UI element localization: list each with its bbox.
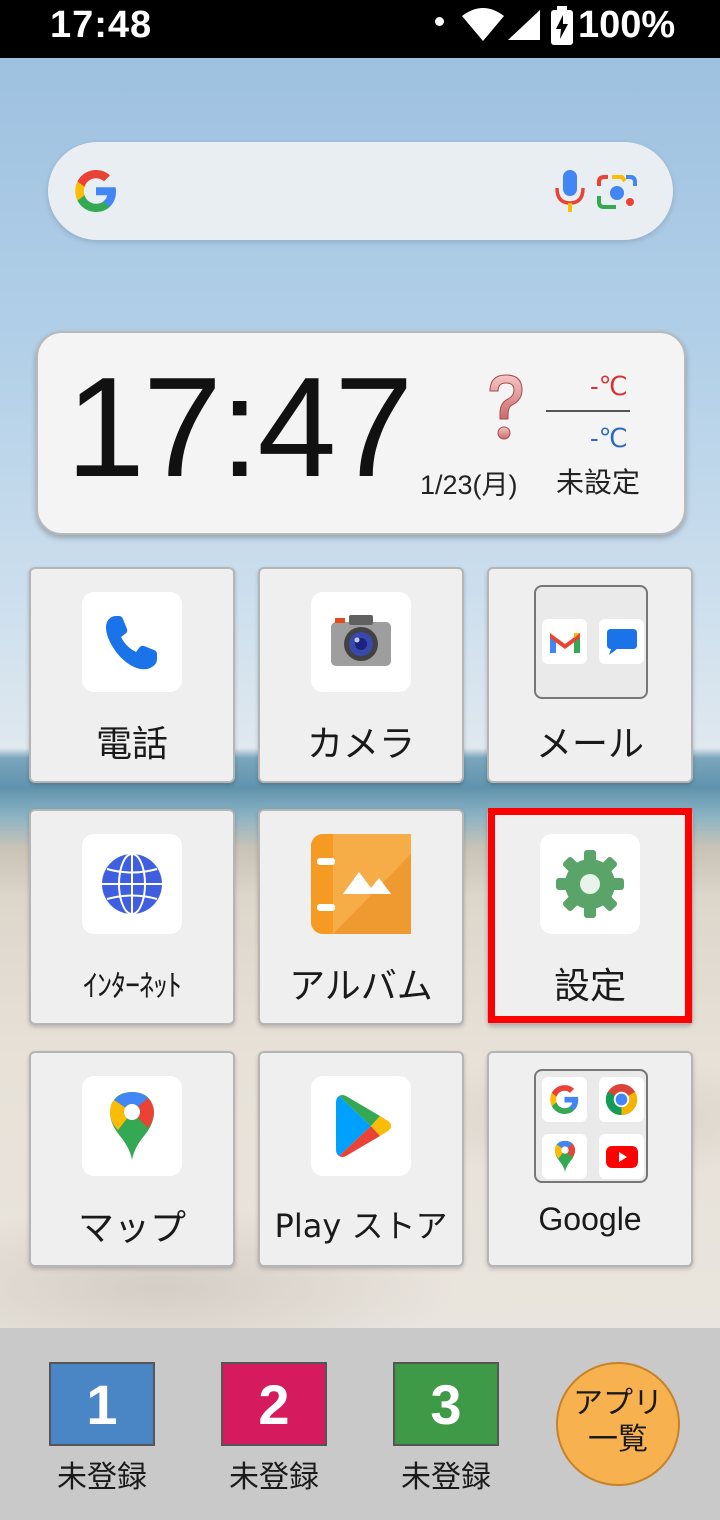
phone-icon-box bbox=[82, 592, 182, 692]
app-label: ｲﾝﾀｰﾈｯﾄ bbox=[83, 969, 182, 1004]
camera-icon-box bbox=[311, 592, 411, 692]
phone-icon bbox=[106, 616, 157, 670]
battery-percentage: 100% bbox=[578, 4, 676, 46]
app-tile-mail-folder[interactable]: メール bbox=[487, 567, 693, 783]
speed-dial-3-label: 未登録 bbox=[401, 1460, 491, 1495]
gmail-icon bbox=[542, 619, 587, 664]
chrome-icon bbox=[599, 1077, 644, 1122]
wifi-icon bbox=[462, 8, 504, 41]
maps-icon bbox=[542, 1134, 587, 1179]
google-folder-icon bbox=[534, 1069, 648, 1183]
app-tile-maps[interactable]: マップ bbox=[29, 1051, 235, 1267]
temperature-high: -℃ bbox=[590, 371, 628, 401]
clock-widget[interactable]: 17:47 -℃ -℃ 1/23(月) 未設定 bbox=[36, 331, 686, 535]
app-label: マップ bbox=[77, 1208, 186, 1249]
speed-dial-2-button[interactable]: 2 bbox=[221, 1362, 327, 1446]
speed-dial-1-button[interactable]: 1 bbox=[49, 1362, 155, 1446]
app-tile-play-store[interactable]: Play ストア bbox=[258, 1051, 464, 1267]
app-label: アルバム bbox=[289, 966, 433, 1007]
google-g-icon bbox=[542, 1077, 587, 1122]
app-label: カメラ bbox=[306, 724, 415, 765]
maps-pin-icon bbox=[110, 1092, 154, 1160]
app-list-label-line2: 一覧 bbox=[588, 1422, 648, 1457]
app-label: Google bbox=[538, 1201, 642, 1237]
speed-dial-1-label: 未登録 bbox=[57, 1460, 147, 1495]
speed-dial-number: 1 bbox=[86, 1373, 118, 1436]
app-label: Play ストア bbox=[274, 1207, 448, 1245]
battery-charging-icon bbox=[551, 6, 573, 45]
play-store-icon bbox=[336, 1095, 391, 1157]
temperature-low: -℃ bbox=[590, 423, 628, 453]
mail-folder-icon bbox=[534, 585, 648, 699]
dock: 1 未登録 2 未登録 3 未登録 アプリ 一覧 bbox=[0, 1328, 720, 1520]
status-time: 17:48 bbox=[50, 4, 153, 46]
google-lens-icon[interactable] bbox=[596, 172, 638, 212]
app-tile-internet[interactable]: ｲﾝﾀｰﾈｯﾄ bbox=[29, 809, 235, 1025]
app-tile-camera[interactable]: カメラ bbox=[258, 567, 464, 783]
speed-dial-3-button[interactable]: 3 bbox=[393, 1362, 499, 1446]
app-tile-google-folder[interactable]: Google bbox=[487, 1051, 693, 1267]
app-label: 電話 bbox=[95, 724, 168, 765]
globe-icon-box bbox=[82, 834, 182, 934]
app-list-label-line1: アプリ bbox=[573, 1386, 663, 1421]
speed-dial-number: 3 bbox=[430, 1373, 462, 1436]
question-mark-icon bbox=[489, 374, 523, 440]
google-g-icon[interactable] bbox=[72, 167, 120, 215]
clock-date: 1/23(月) bbox=[420, 470, 518, 500]
album-icon-box bbox=[311, 834, 411, 934]
play-store-icon-box bbox=[311, 1076, 411, 1176]
status-bar: 17:48 100% bbox=[0, 0, 720, 58]
globe-icon bbox=[102, 853, 162, 915]
speed-dial-2-label: 未登録 bbox=[229, 1460, 319, 1495]
gear-icon-box bbox=[540, 834, 640, 934]
notification-dot-icon bbox=[435, 17, 444, 26]
camera-icon bbox=[331, 615, 391, 666]
app-label: 設定 bbox=[553, 966, 626, 1007]
app-list-button[interactable]: アプリ 一覧 bbox=[556, 1362, 680, 1486]
signal-icon bbox=[508, 10, 540, 40]
app-tile-album[interactable]: アルバム bbox=[258, 809, 464, 1025]
gear-icon bbox=[556, 850, 624, 918]
maps-icon-box bbox=[82, 1076, 182, 1176]
mic-icon[interactable] bbox=[552, 168, 588, 214]
album-icon bbox=[311, 834, 411, 934]
clock-time: 17:47 bbox=[66, 348, 413, 507]
app-label: メール bbox=[535, 724, 644, 765]
weather-location: 未設定 bbox=[556, 467, 641, 498]
messages-icon bbox=[599, 619, 644, 664]
speed-dial-number: 2 bbox=[258, 1373, 290, 1436]
app-tile-phone[interactable]: 電話 bbox=[29, 567, 235, 783]
app-tile-settings[interactable]: 設定 bbox=[487, 809, 693, 1025]
temperature-divider bbox=[546, 410, 630, 412]
google-search-bar[interactable] bbox=[48, 142, 673, 240]
youtube-icon bbox=[599, 1134, 644, 1179]
